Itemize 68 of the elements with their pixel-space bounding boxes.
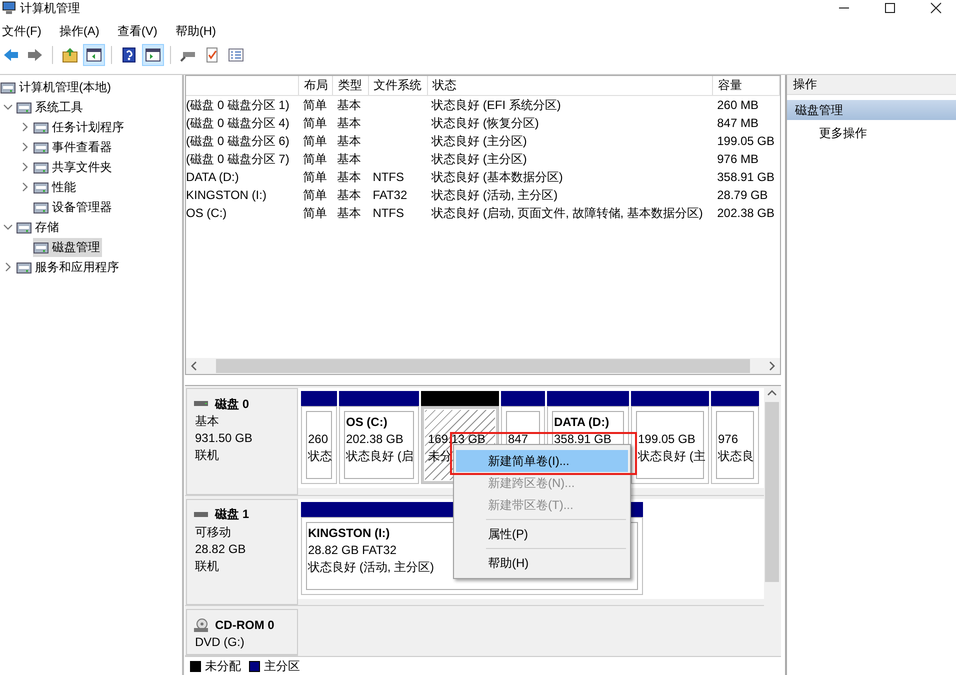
table-cell: (磁盘 0 磁盘分区 6) [186, 134, 290, 148]
table-cell: NTFS [372, 206, 404, 220]
table-cell: 简单 [302, 206, 327, 220]
partition-detail: 状态良好 (主 [638, 448, 706, 465]
table-cell: 简单 [302, 116, 327, 130]
table-cell: 基本 [336, 134, 361, 148]
table-cell: 简单 [302, 170, 327, 184]
partition-detail: 976 [718, 431, 738, 448]
table-cell: (磁盘 0 磁盘分区 7) [186, 152, 290, 166]
table-cell: FAT32 [372, 188, 408, 202]
table-cell: 状态良好 (启动, 页面文件, 故障转储, 基本数据分区) [432, 206, 703, 220]
disk-detail: 931.50 GB [195, 430, 254, 447]
volume-name: KINGSTON (I:) [308, 526, 390, 542]
partition-detail: 260 [308, 431, 328, 448]
partition-detail: 状态 [308, 448, 332, 465]
disk-detail: 联机 [195, 558, 220, 574]
disk-detail: DVD (G:) [195, 634, 246, 651]
disk-detail: 联机 [195, 447, 220, 464]
table-cell: 简单 [302, 134, 327, 148]
table-cell: 358.91 GB [717, 170, 774, 184]
actions-header: 操作 [787, 75, 956, 95]
disk-name: 磁盘 0 [215, 396, 250, 412]
table-cell: 状态良好 (基本数据分区) [432, 170, 563, 184]
disk-detail: 28.82 GB [195, 540, 247, 558]
table-cell: 28.79 GB [717, 188, 768, 202]
table-cell: (磁盘 0 磁盘分区 1) [186, 98, 290, 112]
partition-detail: 状态良好 (启 [346, 448, 414, 465]
volume-name: OS (C:) [346, 415, 388, 431]
legend-label: 主分区 [264, 658, 300, 674]
table-cell: 基本 [336, 98, 361, 112]
partition-detail: 202.38 GB [346, 431, 404, 448]
table-cell: 基本 [336, 206, 361, 220]
window-title: 计算机管理 [20, 0, 80, 16]
table-cell: 状态良好 (活动, 主分区) [432, 188, 558, 202]
table-cell: 260 MB [717, 98, 758, 112]
table-cell: 简单 [302, 152, 327, 166]
partition-detail: 199.05 GB [638, 431, 696, 448]
table-cell: 状态良好 (主分区) [432, 134, 527, 148]
table-cell: 简单 [302, 98, 327, 112]
table-cell: 简单 [302, 188, 327, 202]
table-cell: 202.38 GB [717, 206, 774, 220]
table-cell: 基本 [336, 116, 361, 130]
table-cell: NTFS [372, 170, 404, 184]
table-cell: OS (C:) [186, 206, 227, 220]
table-cell: 基本 [336, 188, 361, 202]
table-cell: (磁盘 0 磁盘分区 4) [186, 116, 290, 130]
table-cell: 847 MB [717, 116, 758, 130]
table-cell: 状态良好 (主分区) [432, 152, 527, 166]
table-cell: 976 MB [717, 152, 758, 166]
volume-name: DATA (D:) [554, 415, 610, 431]
disk-name: CD-ROM 0 [215, 618, 274, 632]
partition-detail: 状态良 [718, 448, 754, 465]
partition-detail: 未分 [428, 448, 452, 465]
table-cell: KINGSTON (I:) [186, 188, 266, 202]
partition-detail: 28.82 GB FAT32 [308, 542, 396, 558]
table-cell: 199.05 GB [717, 134, 774, 148]
disk-name: 磁盘 1 [215, 506, 250, 523]
partition-detail: 847 [508, 431, 528, 448]
disk-detail: 基本 [195, 413, 220, 430]
table-cell: 基本 [336, 170, 361, 184]
table-cell: 状态良好 (EFI 系统分区) [432, 98, 561, 112]
table-cell: 基本 [336, 152, 361, 166]
disk-detail: 可移动 [195, 524, 232, 540]
table-cell: 状态良好 (恢复分区) [432, 116, 539, 130]
partition-detail: 358.91 GB [554, 431, 612, 448]
legend-label: 未分配 [205, 658, 241, 674]
table-cell: DATA (D:) [186, 170, 239, 184]
partition-detail: 状态良好 (活动, 主分区) [308, 558, 434, 576]
